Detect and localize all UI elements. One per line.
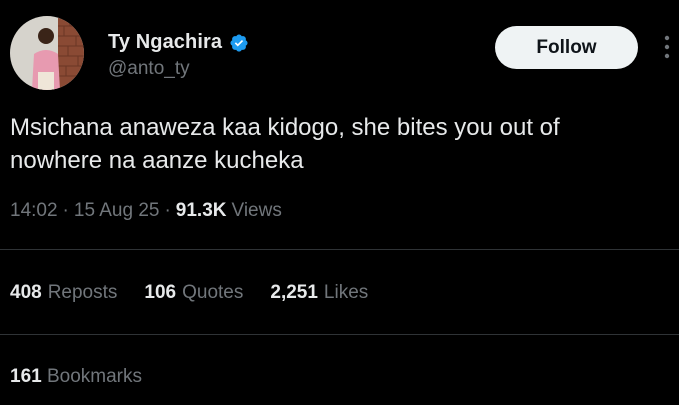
more-options-icon[interactable]: [660, 34, 674, 60]
views-count[interactable]: 91.3K: [176, 200, 227, 222]
quotes-count: 106: [144, 282, 177, 303]
quotes-stat[interactable]: 106 Quotes: [144, 282, 243, 304]
meta-separator: ·: [62, 200, 69, 221]
quotes-label: Quotes: [182, 282, 244, 303]
avatar[interactable]: [10, 16, 84, 90]
meta-separator: ·: [164, 200, 171, 221]
author-handle[interactable]: @anto_ty: [108, 58, 190, 80]
avatar-image: [10, 16, 84, 90]
divider: [0, 249, 679, 250]
reposts-count: 408: [10, 282, 42, 303]
follow-button[interactable]: Follow: [495, 26, 638, 69]
divider: [0, 334, 679, 335]
tweet-text-line-2: nowhere na aanze kucheka: [10, 147, 304, 174]
tweet-text: Msichana anaweza kaa kidogo, she bites y…: [10, 111, 670, 177]
likes-stat[interactable]: 2,251 Likes: [270, 282, 368, 304]
reposts-stat[interactable]: 408 Reposts: [10, 282, 117, 304]
engagement-stats: 408 Reposts 106 Quotes 2,251 Likes: [10, 282, 368, 304]
verified-badge-icon[interactable]: [229, 33, 249, 53]
reposts-label: Reposts: [47, 282, 118, 303]
tweet-time[interactable]: 14:02: [10, 200, 58, 222]
likes-label: Likes: [323, 282, 369, 303]
tweet-date[interactable]: 15 Aug 25: [74, 200, 160, 222]
bookmarks-stat[interactable]: 161 Bookmarks: [10, 366, 142, 388]
tweet-meta: 14:02 · 15 Aug 25 · 91.3K Views: [10, 200, 282, 222]
author-name-row: Ty Ngachira: [108, 31, 249, 54]
tweet-text-line-1: Msichana anaweza kaa kidogo, she bites y…: [10, 114, 560, 141]
bookmarks-label: Bookmarks: [46, 366, 143, 387]
bookmarks-count: 161: [10, 366, 42, 387]
author-display-name[interactable]: Ty Ngachira: [108, 31, 222, 54]
views-label[interactable]: Views: [232, 200, 282, 222]
likes-count: 2,251: [270, 282, 318, 303]
